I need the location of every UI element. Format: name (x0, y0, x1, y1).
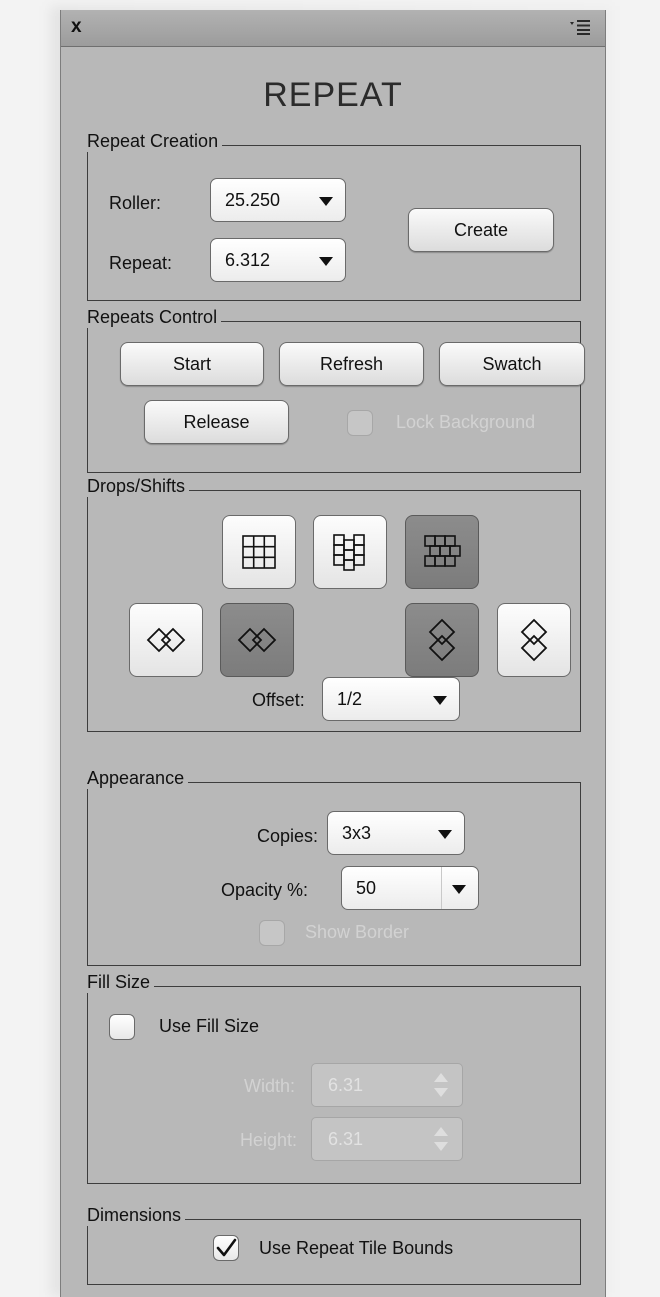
close-button[interactable]: x (71, 16, 82, 38)
height-value: 6.31 (328, 1129, 364, 1149)
repeat-creation-label: Repeat Creation (87, 131, 223, 152)
horizontal-reverse-button[interactable] (220, 603, 294, 677)
offset-label: Offset: (252, 690, 305, 710)
height-stepper[interactable]: 6.31 (311, 1117, 463, 1161)
copies-value: 3x3 (342, 823, 372, 843)
chevron-down-icon (433, 696, 447, 705)
width-value: 6.31 (328, 1075, 364, 1095)
column-drop-tile-icon (333, 534, 365, 571)
repeat-dropdown[interactable]: 6.312 (210, 238, 346, 282)
panel-menu-icon[interactable] (569, 19, 591, 35)
offset-value: 1/2 (337, 689, 363, 709)
vertical-overlap-diamonds-icon (428, 618, 456, 662)
drops-shifts-label: Drops/Shifts (87, 476, 190, 497)
roller-dropdown[interactable]: 25.250 (210, 178, 346, 222)
use-fill-size-label: Use Fill Size (159, 1016, 260, 1036)
repeat-panel: x REPEAT Repeat Creation Roller: 25.250 … (60, 10, 606, 1297)
column-drop-tile-button[interactable] (313, 515, 387, 589)
horizontal-reverse-diamonds-icon (237, 627, 277, 653)
use-repeat-tile-bounds-checkbox[interactable] (213, 1235, 239, 1261)
use-fill-size-checkbox[interactable] (109, 1014, 135, 1040)
checkmark-icon (216, 1238, 237, 1257)
chevron-down-icon (319, 257, 333, 266)
panel-title: REPEAT (263, 76, 403, 114)
stepper-down-icon[interactable] (434, 1142, 448, 1151)
opacity-dropdown[interactable]: 50 (341, 866, 479, 910)
lock-background-checkbox[interactable] (347, 410, 373, 436)
repeat-label: Repeat: (109, 253, 173, 273)
use-repeat-tile-bounds-label: Use Repeat Tile Bounds (259, 1238, 454, 1258)
dimensions-label: Dimensions (87, 1205, 186, 1226)
vertical-reverse-diamonds-icon (520, 618, 548, 662)
brick-tile-icon (424, 535, 461, 567)
swatch-button[interactable]: Swatch (439, 342, 585, 386)
repeat-value: 6.312 (225, 250, 271, 270)
copies-label: Copies: (257, 826, 319, 846)
brick-tile-button[interactable] (405, 515, 479, 589)
grid-tile-button[interactable] (222, 515, 296, 589)
refresh-button[interactable]: Refresh (279, 342, 424, 386)
stepper-down-icon[interactable] (434, 1088, 448, 1097)
roller-label: Roller: (109, 193, 162, 213)
opacity-label: Opacity %: (221, 880, 309, 900)
stepper-up-icon[interactable] (434, 1073, 448, 1082)
width-label: Width: (244, 1076, 296, 1096)
start-button[interactable]: Start (120, 342, 264, 386)
show-border-checkbox[interactable] (259, 920, 285, 946)
appearance-label: Appearance (87, 768, 189, 789)
lock-background-label: Lock Background (396, 412, 536, 432)
offset-dropdown[interactable]: 1/2 (322, 677, 460, 721)
vertical-reverse-button[interactable] (497, 603, 571, 677)
panel-titlebar: x (61, 10, 605, 47)
vertical-overlap-button[interactable] (405, 603, 479, 677)
repeats-control-label: Repeats Control (87, 307, 222, 328)
horizontal-overlap-diamonds-icon (146, 627, 186, 653)
opacity-value: 50 (356, 878, 377, 898)
chevron-down-icon (452, 885, 466, 894)
grid-tile-icon (242, 535, 276, 569)
chevron-down-icon (438, 830, 452, 839)
show-border-label: Show Border (305, 922, 410, 942)
horizontal-overlap-button[interactable] (129, 603, 203, 677)
copies-dropdown[interactable]: 3x3 (327, 811, 465, 855)
height-label: Height: (240, 1130, 298, 1150)
stepper-up-icon[interactable] (434, 1127, 448, 1136)
width-stepper[interactable]: 6.31 (311, 1063, 463, 1107)
create-button[interactable]: Create (408, 208, 554, 252)
roller-value: 25.250 (225, 190, 281, 210)
chevron-down-icon (319, 197, 333, 206)
release-button[interactable]: Release (144, 400, 289, 444)
fill-size-label: Fill Size (87, 972, 155, 993)
dropdown-separator (441, 867, 442, 909)
